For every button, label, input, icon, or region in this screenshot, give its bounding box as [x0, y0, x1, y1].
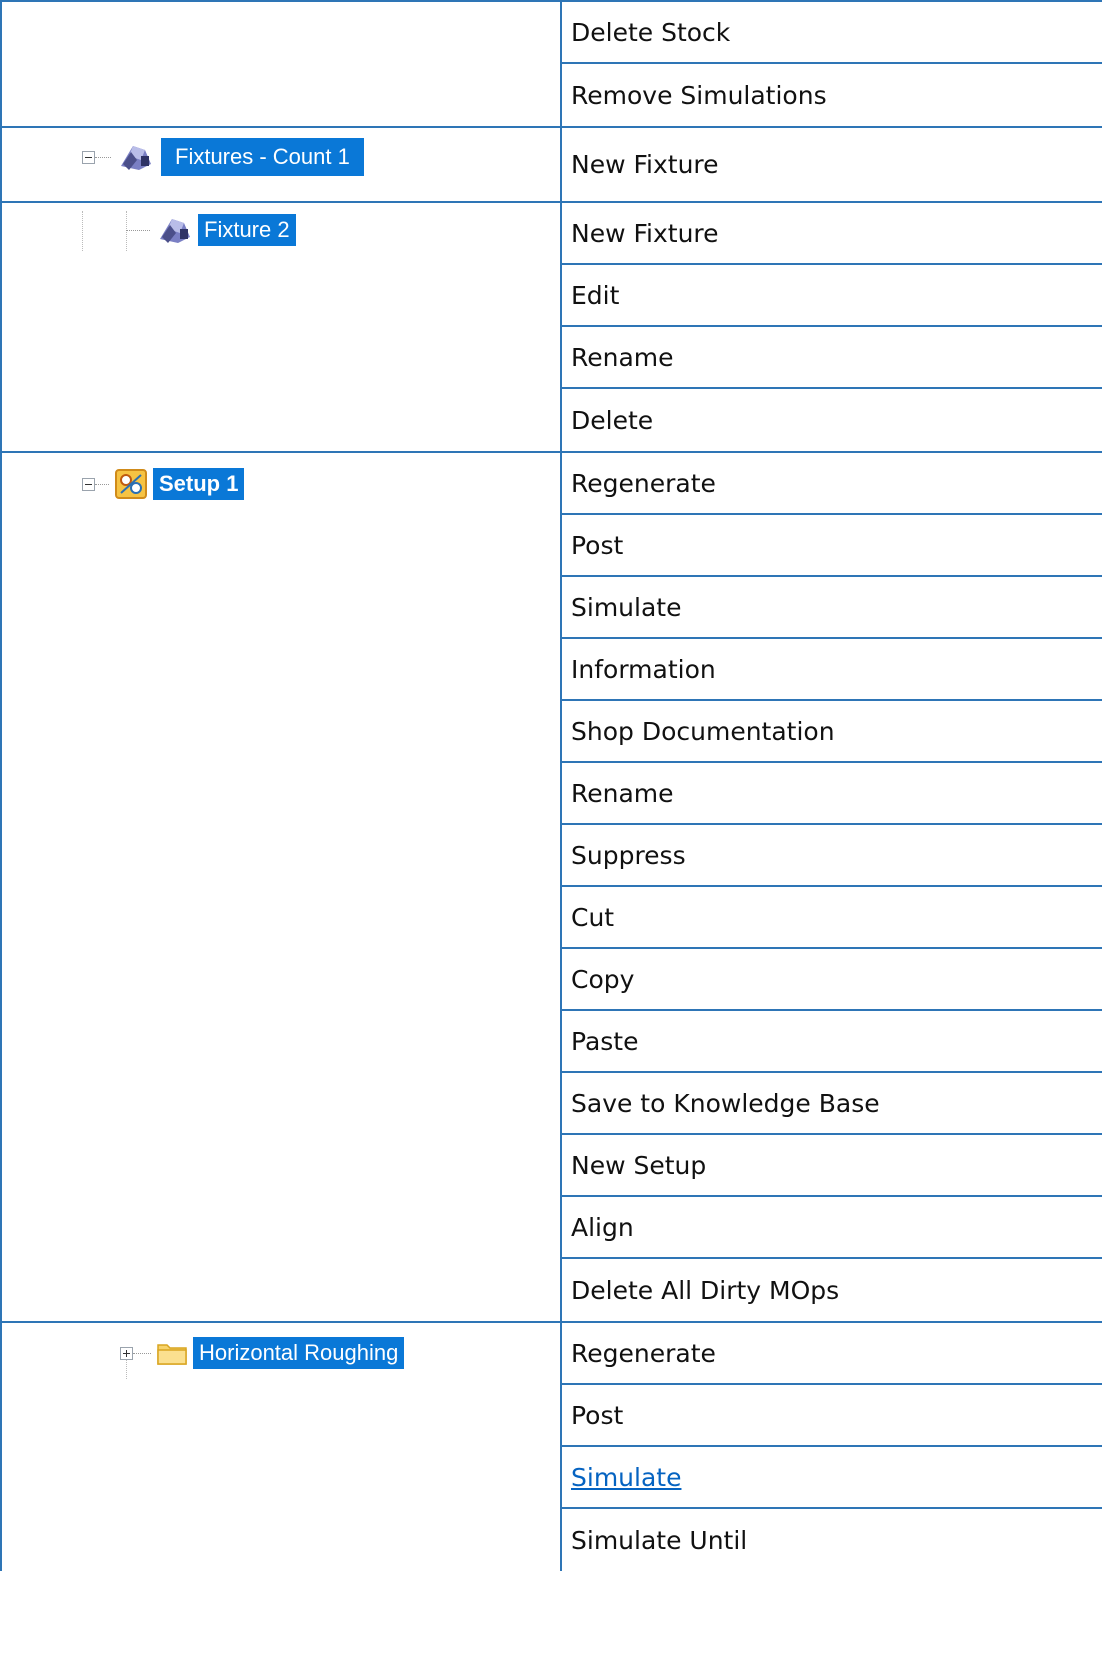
- expand-toggle-icon[interactable]: [120, 1346, 133, 1360]
- tree-node-label[interactable]: Fixture 2: [198, 214, 296, 246]
- command-shop-documentation[interactable]: Shop Documentation: [562, 701, 1102, 763]
- command-cell: Regenerate Post Simulate Information Sho…: [562, 453, 1102, 1321]
- simulate-link[interactable]: Simulate: [571, 1463, 681, 1492]
- command-rename[interactable]: Rename: [562, 327, 1102, 389]
- command-delete[interactable]: Delete: [562, 389, 1102, 451]
- tree-node-label[interactable]: Setup 1: [153, 468, 245, 500]
- command-post[interactable]: Post: [562, 1385, 1102, 1447]
- folder-icon: [157, 1344, 187, 1365]
- command-save-to-knowledge-base[interactable]: Save to Knowledge Base: [562, 1073, 1102, 1135]
- command-cell: Delete Stock Remove Simulations: [562, 2, 1102, 126]
- command-new-setup[interactable]: New Setup: [562, 1135, 1102, 1197]
- table-row-horizontal-roughing: Horizontal Roughing Regenerate Post Simu…: [0, 1323, 1102, 1571]
- command-cut[interactable]: Cut: [562, 887, 1102, 949]
- tree-cell-setup-1: Setup 1: [0, 453, 562, 1321]
- command-cell: New Fixture Edit Rename Delete: [562, 203, 1102, 451]
- command-simulate[interactable]: Simulate: [562, 577, 1102, 639]
- tree-cell-fixtures: Fixtures - Count 1: [0, 128, 562, 201]
- tree-node-label[interactable]: Horizontal Roughing: [193, 1337, 405, 1369]
- command-delete-all-dirty-mops[interactable]: Delete All Dirty MOps: [562, 1259, 1102, 1321]
- table-row-fixtures: Fixtures - Count 1 New Fixture: [0, 128, 1102, 203]
- tree-node-horizontal-roughing[interactable]: Horizontal Roughing: [120, 1337, 405, 1369]
- tree-node-label[interactable]: Fixtures - Count 1: [161, 138, 364, 176]
- command-rename[interactable]: Rename: [562, 763, 1102, 825]
- command-regenerate[interactable]: Regenerate: [562, 453, 1102, 515]
- tree-cell-fixture-2: Fixture 2: [0, 203, 562, 451]
- command-remove-simulations[interactable]: Remove Simulations: [562, 64, 1102, 126]
- command-paste[interactable]: Paste: [562, 1011, 1102, 1073]
- command-new-fixture[interactable]: New Fixture: [562, 203, 1102, 265]
- command-cell: Regenerate Post Simulate Simulate Until: [562, 1323, 1102, 1571]
- command-suppress[interactable]: Suppress: [562, 825, 1102, 887]
- collapse-toggle-icon[interactable]: [82, 477, 95, 491]
- tree-cell-empty: [0, 2, 562, 126]
- tree-node-fixtures[interactable]: Fixtures - Count 1: [82, 138, 364, 176]
- command-information[interactable]: Information: [562, 639, 1102, 701]
- command-table: Delete Stock Remove Simulations Fixtures…: [0, 0, 1102, 1571]
- table-row-stock: Delete Stock Remove Simulations: [0, 0, 1102, 128]
- command-align[interactable]: Align: [562, 1197, 1102, 1259]
- command-new-fixture[interactable]: New Fixture: [562, 128, 1102, 201]
- tree-cell-horizontal-roughing: Horizontal Roughing: [0, 1323, 562, 1571]
- fixture-icon: [121, 146, 151, 170]
- command-copy[interactable]: Copy: [562, 949, 1102, 1011]
- collapse-toggle-icon[interactable]: [82, 150, 95, 164]
- table-row-fixture-2: Fixture 2 New Fixture Edit Rename Delete: [0, 203, 1102, 453]
- command-delete-stock[interactable]: Delete Stock: [562, 2, 1102, 64]
- table-row-setup-1: Setup 1 Regenerate Post Simulate Informa…: [0, 453, 1102, 1323]
- command-edit[interactable]: Edit: [562, 265, 1102, 327]
- tree-node-setup-1[interactable]: Setup 1: [82, 467, 245, 501]
- fixture-icon: [160, 219, 190, 243]
- tree-node-fixture-2[interactable]: Fixture 2: [126, 213, 296, 247]
- command-regenerate[interactable]: Regenerate: [562, 1323, 1102, 1385]
- command-simulate-until[interactable]: Simulate Until: [562, 1509, 1102, 1571]
- command-simulate-link[interactable]: Simulate: [562, 1447, 1102, 1509]
- setup-icon: [115, 469, 147, 499]
- command-post[interactable]: Post: [562, 515, 1102, 577]
- command-cell: New Fixture: [562, 128, 1102, 201]
